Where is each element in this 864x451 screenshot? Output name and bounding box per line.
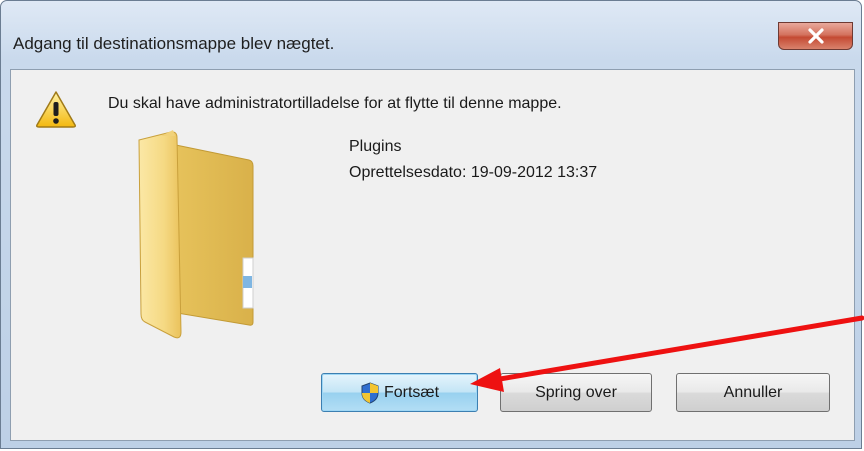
continue-button[interactable]: Fortsæt	[321, 373, 478, 412]
dialog-title: Adgang til destinationsmappe blev nægtet…	[13, 34, 335, 53]
item-created-date: Oprettelsesdato: 19-09-2012 13:37	[349, 164, 598, 181]
cancel-button-label: Annuller	[723, 383, 783, 401]
dialog-window: Adgang til destinationsmappe blev nægtet…	[0, 0, 862, 449]
warning-icon	[36, 91, 76, 128]
uac-shield-icon	[361, 381, 379, 404]
cancel-button[interactable]: Annuller	[676, 373, 830, 412]
continue-button-label: Fortsæt	[383, 383, 440, 401]
skip-button[interactable]: Spring over	[500, 373, 652, 412]
folder-icon	[138, 130, 254, 339]
skip-button-label: Spring over	[535, 383, 617, 401]
close-button[interactable]	[778, 22, 853, 50]
item-name: Plugins	[349, 138, 402, 155]
message-text: Du skal have administratortilladelse for…	[108, 95, 562, 112]
close-icon	[808, 28, 824, 44]
dialog-body: Du skal have administratortilladelse for…	[10, 69, 855, 441]
